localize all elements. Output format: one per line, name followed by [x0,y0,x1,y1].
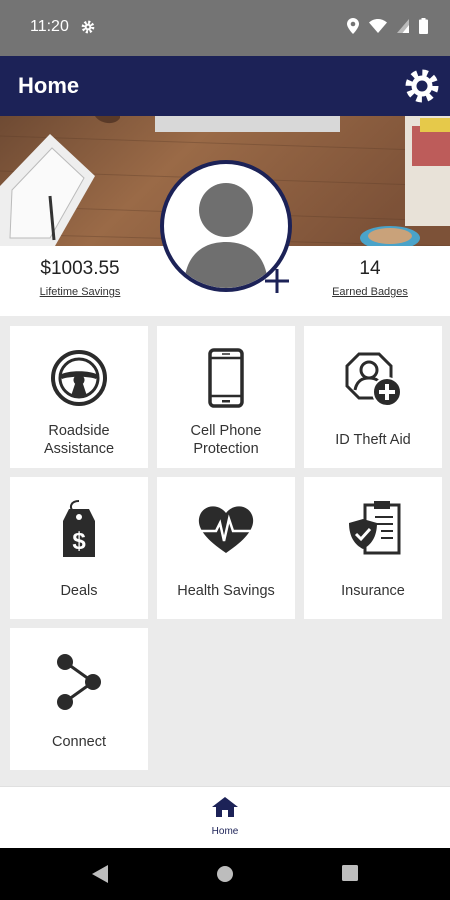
tile-cell-phone-protection[interactable]: Cell Phone Protection [157,326,295,468]
tile-id-theft-aid[interactable]: ID Theft Aid [304,326,442,468]
back-icon[interactable] [92,865,108,883]
lifetime-savings-value: $1003.55 [40,258,120,279]
recents-icon[interactable] [342,865,358,881]
lifetime-savings-stat: $1003.55 Lifetime Savings [5,258,155,298]
cell-phone-icon [208,348,244,408]
status-bar: 11:20 [0,0,450,56]
cell-signal-icon [397,19,409,33]
add-photo-plus-icon[interactable] [262,266,292,296]
tile-label: Roadside Assistance [43,423,115,457]
home-icon [212,797,238,817]
earned-badges-value: 14 [359,258,381,279]
page-title: Home [18,73,80,98]
lifetime-savings-link[interactable]: Lifetime Savings [5,286,155,298]
price-tag-icon: $ [63,500,95,557]
nav-home-label: Home [211,826,239,837]
tile-label: Cell Phone Protection [190,423,262,457]
status-gear-icon [81,20,95,34]
location-icon [347,18,359,34]
tile-roadside-assistance[interactable]: Roadside Assistance [10,326,148,468]
home-circle-icon[interactable] [216,865,234,883]
bottom-nav: Home [0,786,450,848]
battery-icon [419,18,428,34]
id-theft-icon [345,352,402,407]
share-icon [57,654,101,710]
settings-gear-icon[interactable] [402,66,442,106]
feature-grid: Roadside Assistance Cell Phone Protectio… [0,316,450,786]
tile-deals[interactable]: $ Deals [10,477,148,619]
tile-connect[interactable]: Connect [10,628,148,770]
tile-label: ID Theft Aid [335,432,411,448]
steering-wheel-icon [51,350,107,406]
system-nav-bar [0,848,450,900]
wifi-icon [369,19,387,33]
tile-label: Insurance [341,583,405,599]
heart-pulse-icon [198,506,254,553]
tile-label: Deals [60,583,98,599]
earned-badges-link[interactable]: Earned Badges [295,286,445,298]
app-bar: Home [0,56,450,116]
status-icons [347,18,428,34]
tile-label: Connect [51,734,106,750]
tile-label: Health Savings [177,583,275,599]
tile-health-savings[interactable]: Health Savings [157,477,295,619]
svg-text:$: $ [72,528,86,555]
status-time: 11:20 [30,18,69,35]
earned-badges-stat: 14 Earned Badges [295,258,445,298]
nav-home-tab[interactable]: Home [195,797,255,843]
tile-insurance[interactable]: Insurance [304,477,442,619]
insurance-clipboard-icon [349,501,401,555]
